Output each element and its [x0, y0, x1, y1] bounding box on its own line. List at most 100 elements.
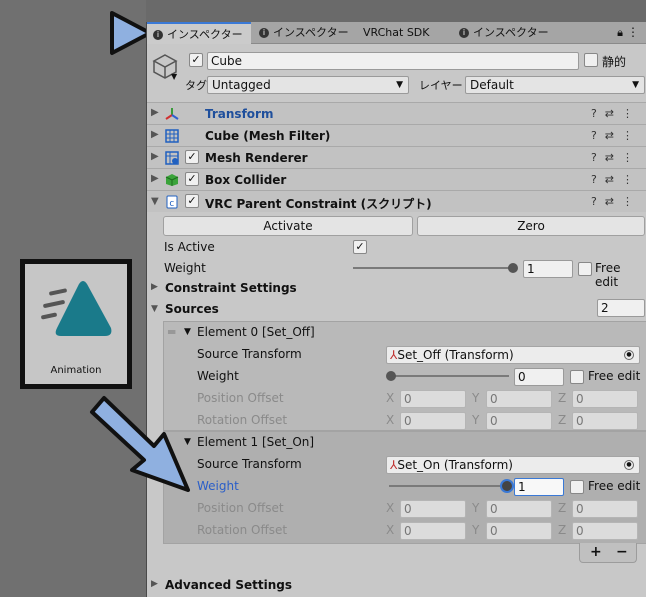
component-header-icons[interactable]: ?⇄⋮: [591, 151, 641, 164]
rotation-y-field[interactable]: 0: [486, 412, 552, 430]
position-x-field[interactable]: 0: [400, 500, 466, 518]
sources-count-field[interactable]: 2: [597, 299, 645, 317]
tab-label: インスペクター: [473, 26, 549, 39]
element-weight-field[interactable]: 1: [514, 478, 564, 496]
transform-axes-icon: [165, 108, 179, 120]
axis-y-label: Y: [472, 391, 480, 405]
element-weight-slider-knob[interactable]: [500, 479, 514, 493]
axis-z-label: Z: [558, 391, 567, 405]
component-box-collider[interactable]: ▶ ✓ Box Collider ?⇄⋮: [147, 168, 646, 190]
screenshot-root: i インスペクター i インスペクター VRChat SDK i インスペクター 🔒︎…: [0, 0, 646, 597]
mesh-renderer-enabled-checkbox[interactable]: ✓: [185, 150, 199, 164]
object-picker-icon[interactable]: ●: [624, 350, 634, 360]
axis-y-label: Y: [472, 523, 480, 537]
object-icon-dropdown-icon[interactable]: ▼: [171, 72, 177, 81]
sources-foldout[interactable]: Sources: [165, 302, 219, 316]
object-picker-icon[interactable]: ●: [624, 460, 634, 470]
weight-slider-track[interactable]: [353, 267, 513, 269]
rotation-z-field[interactable]: 0: [572, 412, 638, 430]
axis-x-label: X: [386, 523, 395, 537]
tab-inspector-2[interactable]: i インスペクター: [253, 22, 357, 44]
object-name-field[interactable]: Cube: [207, 52, 579, 70]
element-free-edit-label: Free edit: [588, 369, 641, 383]
expand-arrow-icon[interactable]: ▶: [151, 579, 158, 589]
zero-button[interactable]: Zero: [417, 216, 645, 236]
position-y-field[interactable]: 0: [486, 390, 552, 408]
source-element-1: ▼ Element 1 [Set_On] Source Transform ⅄S…: [163, 431, 646, 544]
remove-source-button[interactable]: −: [616, 543, 628, 561]
component-name: VRC Parent Constraint (スクリプト): [205, 197, 432, 211]
tag-dropdown[interactable]: Untagged ▼: [207, 76, 409, 94]
position-offset-label: Position Offset: [197, 391, 284, 405]
axis-y-label: Y: [472, 413, 480, 427]
tag-value: Untagged: [212, 78, 271, 92]
tab-label: インスペクター: [167, 28, 243, 41]
layer-dropdown[interactable]: Default ▼: [465, 76, 645, 94]
component-header-icons[interactable]: ?⇄⋮: [591, 173, 641, 186]
source-transform-label: Source Transform: [197, 347, 302, 361]
tab-vrchat-sdk[interactable]: VRChat SDK: [357, 22, 451, 44]
component-transform[interactable]: ▶ Transform ?⇄⋮: [147, 102, 646, 124]
source-transform-field[interactable]: ⅄Set_Off (Transform) ●: [386, 346, 640, 364]
is-active-checkbox[interactable]: ✓: [353, 240, 367, 254]
object-active-checkbox[interactable]: ✓: [189, 53, 203, 67]
position-z-field[interactable]: 0: [572, 500, 638, 518]
component-mesh-filter[interactable]: ▶ Cube (Mesh Filter) ?⇄⋮: [147, 124, 646, 146]
static-checkbox[interactable]: [584, 53, 598, 67]
expand-arrow-icon: ▶: [151, 129, 159, 140]
source-transform-field[interactable]: ⅄Set_On (Transform) ●: [386, 456, 640, 474]
add-source-button[interactable]: +: [590, 543, 602, 561]
tab-bar: i インスペクター i インスペクター VRChat SDK i インスペクター 🔒︎…: [147, 22, 646, 44]
rotation-offset-label: Rotation Offset: [197, 523, 288, 537]
position-x-field[interactable]: 0: [400, 390, 466, 408]
expand-arrow-icon[interactable]: ▶: [151, 282, 158, 292]
free-edit-checkbox[interactable]: [578, 262, 592, 276]
axis-x-label: X: [386, 501, 395, 515]
lock-icon[interactable]: 🔒︎: [617, 26, 623, 40]
mesh-renderer-icon: [165, 151, 179, 165]
tab-inspector-1[interactable]: i インスペクター: [147, 22, 251, 44]
element-weight-slider-track[interactable]: [389, 375, 509, 377]
element-weight-slider-track[interactable]: [389, 485, 509, 487]
constraint-enabled-checkbox[interactable]: ✓: [185, 194, 199, 208]
list-add-remove: + −: [579, 543, 637, 563]
collapse-arrow-icon[interactable]: ▼: [184, 327, 191, 337]
component-header-icons[interactable]: ?⇄⋮: [591, 195, 641, 208]
rotation-z-field[interactable]: 0: [572, 522, 638, 540]
weight-field[interactable]: 1: [523, 260, 573, 278]
element-weight-field[interactable]: 0: [514, 368, 564, 386]
element-free-edit-label: Free edit: [588, 479, 641, 493]
component-vrc-parent-constraint[interactable]: ▼ c ✓ VRC Parent Constraint (スクリプト) ?⇄⋮: [147, 190, 646, 212]
kebab-menu-icon[interactable]: ⋮: [627, 25, 639, 39]
element-free-edit-checkbox[interactable]: [570, 480, 584, 494]
element-weight-slider-knob[interactable]: [386, 371, 396, 381]
static-label: 静的: [602, 55, 627, 69]
tab-inspector-3[interactable]: i インスペクター: [453, 22, 563, 44]
box-collider-enabled-checkbox[interactable]: ✓: [185, 172, 199, 186]
drag-handle-icon[interactable]: ═: [168, 325, 175, 339]
element-header[interactable]: Element 1 [Set_On]: [197, 435, 314, 449]
axis-z-label: Z: [558, 523, 567, 537]
position-z-field[interactable]: 0: [572, 390, 638, 408]
collapse-arrow-icon[interactable]: ▼: [151, 304, 158, 314]
rotation-offset-label: Rotation Offset: [197, 413, 288, 427]
layer-label: レイヤー: [419, 79, 463, 92]
rotation-x-field[interactable]: 0: [400, 522, 466, 540]
component-mesh-renderer[interactable]: ▶ ✓ Mesh Renderer ?⇄⋮: [147, 146, 646, 168]
free-edit-label: Free edit: [595, 261, 621, 289]
is-active-label: Is Active: [164, 240, 215, 254]
rotation-x-field[interactable]: 0: [400, 412, 466, 430]
element-header[interactable]: Element 0 [Set_Off]: [197, 325, 315, 339]
position-y-field[interactable]: 0: [486, 500, 552, 518]
weight-slider-knob[interactable]: [508, 263, 518, 273]
axis-z-label: Z: [558, 501, 567, 515]
component-header-icons[interactable]: ?⇄⋮: [591, 129, 641, 142]
activate-button[interactable]: Activate: [163, 216, 413, 236]
component-header-icons[interactable]: ?⇄⋮: [591, 107, 641, 120]
element-free-edit-checkbox[interactable]: [570, 370, 584, 384]
expand-arrow-icon: ▶: [151, 151, 159, 162]
rotation-y-field[interactable]: 0: [486, 522, 552, 540]
constraint-settings-foldout[interactable]: Constraint Settings: [165, 281, 297, 295]
expand-arrow-icon: ▶: [151, 107, 159, 118]
advanced-settings-foldout[interactable]: Advanced Settings: [165, 578, 292, 592]
